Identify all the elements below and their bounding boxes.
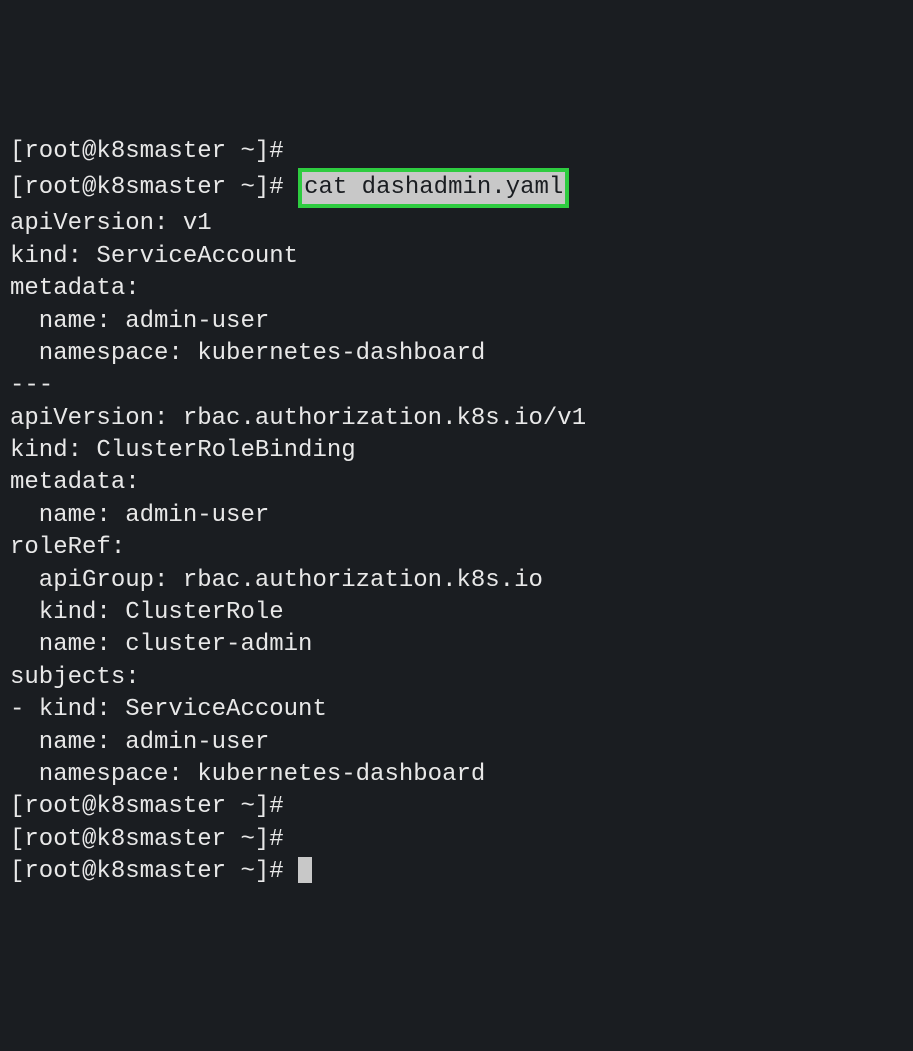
highlighted-command: cat dashadmin.yaml <box>298 168 569 208</box>
output-line: kind: ServiceAccount <box>10 241 903 273</box>
output-line: namespace: kubernetes-dashboard <box>10 338 903 370</box>
output-line: --- <box>10 370 903 402</box>
output-line: name: admin-user <box>10 306 903 338</box>
output-line: name: admin-user <box>10 500 903 532</box>
shell-prompt: [root@k8smaster ~]# <box>10 138 284 165</box>
output-line: name: cluster-admin <box>10 629 903 661</box>
prompt-line-command: [root@k8smaster ~]# cat dashadmin.yaml <box>10 168 903 208</box>
prompt-line-empty: [root@k8smaster ~]# <box>10 136 903 168</box>
output-line: subjects: <box>10 662 903 694</box>
output-line: metadata: <box>10 273 903 305</box>
output-line: namespace: kubernetes-dashboard <box>10 759 903 791</box>
shell-prompt: [root@k8smaster ~]# <box>10 793 284 820</box>
output-line: name: admin-user <box>10 727 903 759</box>
shell-prompt: [root@k8smaster ~]# <box>10 826 284 853</box>
output-line: apiGroup: rbac.authorization.k8s.io <box>10 565 903 597</box>
output-line: apiVersion: rbac.authorization.k8s.io/v1 <box>10 403 903 435</box>
cursor-icon <box>298 857 312 883</box>
prompt-line-empty: [root@k8smaster ~]# <box>10 791 903 823</box>
output-line: kind: ClusterRole <box>10 597 903 629</box>
shell-prompt: [root@k8smaster ~]# <box>10 174 284 201</box>
output-line: - kind: ServiceAccount <box>10 694 903 726</box>
output-line: apiVersion: v1 <box>10 208 903 240</box>
output-line: metadata: <box>10 467 903 499</box>
prompt-line-empty: [root@k8smaster ~]# <box>10 824 903 856</box>
output-line: kind: ClusterRoleBinding <box>10 435 903 467</box>
prompt-line-cursor: [root@k8smaster ~]# <box>10 856 903 888</box>
terminal-output[interactable]: [root@k8smaster ~]#[root@k8smaster ~]# c… <box>10 136 903 889</box>
shell-prompt: [root@k8smaster ~]# <box>10 858 284 885</box>
output-line: roleRef: <box>10 532 903 564</box>
